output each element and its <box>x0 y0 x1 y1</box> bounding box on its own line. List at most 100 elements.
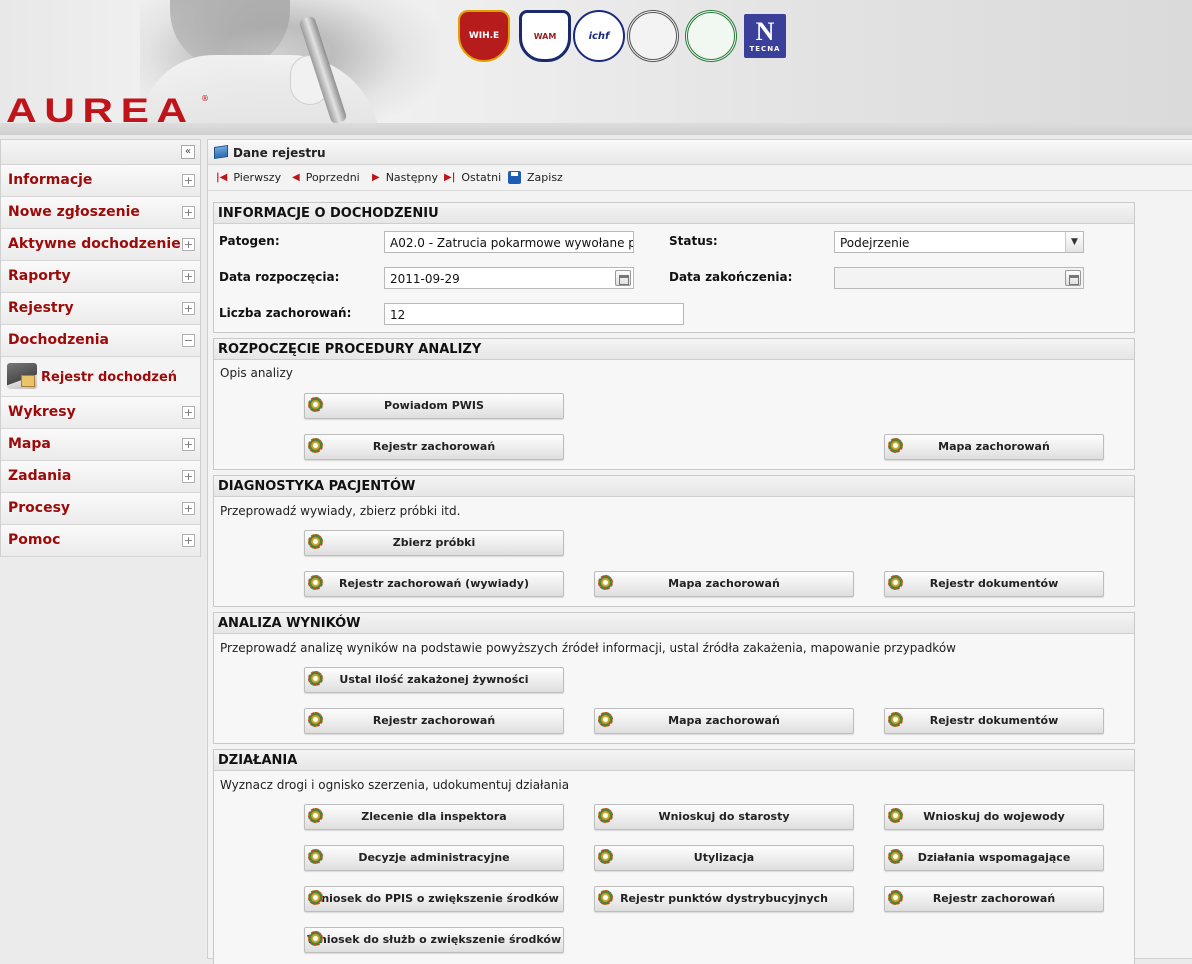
cases-map-button[interactable]: Mapa zachorowań <box>594 571 854 597</box>
sidebar-item-zadania[interactable]: Zadania + <box>1 461 200 493</box>
pathogen-field[interactable]: A02.0 - Zatrucia pokarmowe wywołane prze <box>384 231 634 253</box>
university-seal-logo <box>627 10 679 62</box>
analysis-start-section: ROZPOCZĘCIE PROCEDURY ANALIZY Opis anali… <box>213 338 1135 470</box>
status-select[interactable]: Podejrzenie ▼ <box>834 231 1084 253</box>
process-gear-icon <box>308 712 323 727</box>
main-panel: Dane rejestru |◀ Pierwszy ◀ Poprzedni ▶ … <box>207 139 1192 964</box>
cases-count-field[interactable]: 12 <box>384 303 684 325</box>
expand-icon[interactable]: + <box>182 470 195 483</box>
sidebar-item-label: Raporty <box>8 268 71 284</box>
folder-register-icon <box>7 363 37 389</box>
sidebar-header: « <box>1 140 200 165</box>
first-button[interactable]: |◀ Pierwszy <box>216 171 281 184</box>
section-title: ROZPOCZĘCIE PROCEDURY ANALIZY <box>214 339 1134 360</box>
previous-button[interactable]: ◀ Poprzedni <box>292 171 360 184</box>
window-icon <box>214 145 228 159</box>
sidebar-item-label: Pomoc <box>8 532 61 548</box>
save-button[interactable]: Zapisz <box>508 171 563 184</box>
sidebar-item-dochodzenia[interactable]: Dochodzenia − <box>1 325 200 357</box>
last-button[interactable]: ▶| Ostatni <box>444 171 501 184</box>
sidebar-item-rejestry[interactable]: Rejestry + <box>1 293 200 325</box>
services-funds-request-button[interactable]: Wniosek do służb o zwiększenie środków <box>304 927 564 953</box>
tecna-logo: N TECNA <box>744 14 786 58</box>
starost-request-button[interactable]: Wnioskuj do starosty <box>594 804 854 830</box>
process-gear-icon <box>308 890 323 905</box>
sidebar-item-raporty[interactable]: Raporty + <box>1 261 200 293</box>
process-gear-icon <box>308 671 323 686</box>
support-actions-button[interactable]: Działania wspomagające <box>884 845 1104 871</box>
ppis-funds-request-button[interactable]: Wniosek do PPIS o zwiększenie środków <box>304 886 564 912</box>
distribution-points-register-button[interactable]: Rejestr punktów dystrybucyjnych <box>594 886 854 912</box>
sidebar-item-procesy[interactable]: Procesy + <box>1 493 200 525</box>
collapse-icon[interactable]: « <box>181 145 195 159</box>
end-date-label: Data zakończenia: <box>669 270 793 284</box>
cases-register-button[interactable]: Rejestr zachorowań <box>304 708 564 734</box>
expand-icon[interactable]: + <box>182 206 195 219</box>
notify-pwis-button[interactable]: Powiadom PWIS <box>304 393 564 419</box>
expand-icon[interactable]: + <box>182 502 195 515</box>
interviews-register-button[interactable]: Rejestr zachorowań (wywiady) <box>304 571 564 597</box>
cases-register-button[interactable]: Rejestr zachorowań <box>304 434 564 460</box>
sidebar: « Informacje + Nowe zgłoszenie + Aktywne… <box>0 139 201 557</box>
sidebar-item-aktywne-dochodzenie[interactable]: Aktywne dochodzenie + <box>1 229 200 261</box>
calendar-icon[interactable] <box>615 270 631 286</box>
sidebar-item-label: Nowe zgłoszenie <box>8 204 140 220</box>
section-description: Przeprowadź analizę wyników na podstawie… <box>220 641 956 655</box>
cases-register-button[interactable]: Rejestr zachorowań <box>884 886 1104 912</box>
sidebar-item-informacje[interactable]: Informacje + <box>1 165 200 197</box>
inspector-order-button[interactable]: Zlecenie dla inspektora <box>304 804 564 830</box>
collapse-section-icon[interactable]: − <box>182 334 195 347</box>
expand-icon[interactable]: + <box>182 534 195 547</box>
sidebar-item-label: Rejestry <box>8 300 74 316</box>
expand-icon[interactable]: + <box>182 174 195 187</box>
actions-section: DZIAŁANIA Wyznacz drogi i ognisko szerze… <box>213 749 1135 964</box>
expand-icon[interactable]: + <box>182 302 195 315</box>
chevron-down-icon[interactable]: ▼ <box>1065 232 1083 252</box>
investigation-info-section: INFORMACJE O DOCHODZENIU Patogen: A02.0 … <box>213 202 1135 333</box>
end-date-field[interactable] <box>834 267 1084 289</box>
cases-map-button[interactable]: Mapa zachorowań <box>594 708 854 734</box>
utilization-button[interactable]: Utylizacja <box>594 845 854 871</box>
voivode-request-button[interactable]: Wnioskuj do wojewody <box>884 804 1104 830</box>
expand-icon[interactable]: + <box>182 238 195 251</box>
start-date-field[interactable]: 2011-09-29 <box>384 267 634 289</box>
cases-count-label: Liczba zachorowań: <box>219 306 352 320</box>
save-icon <box>508 171 521 184</box>
documents-register-button[interactable]: Rejestr dokumentów <box>884 708 1104 734</box>
first-record-icon: |◀ <box>216 172 228 183</box>
documents-register-button[interactable]: Rejestr dokumentów <box>884 571 1104 597</box>
section-title: DIAGNOSTYKA PACJENTÓW <box>214 476 1134 497</box>
infected-food-button[interactable]: Ustal ilość zakażonej żywności <box>304 667 564 693</box>
sidebar-item-label: Aktywne dochodzenie <box>8 236 181 252</box>
process-gear-icon <box>308 849 323 864</box>
process-gear-icon <box>308 397 323 412</box>
cases-map-button[interactable]: Mapa zachorowań <box>884 434 1104 460</box>
process-gear-icon <box>888 575 903 590</box>
expand-icon[interactable]: + <box>182 406 195 419</box>
process-gear-icon <box>308 931 323 946</box>
sidebar-item-wykresy[interactable]: Wykresy + <box>1 397 200 429</box>
process-gear-icon <box>308 534 323 549</box>
sidebar-item-pomoc[interactable]: Pomoc + <box>1 525 200 557</box>
next-button[interactable]: ▶ Następny <box>372 171 438 184</box>
sidebar-item-mapa[interactable]: Mapa + <box>1 429 200 461</box>
process-gear-icon <box>888 808 903 823</box>
process-gear-icon <box>888 712 903 727</box>
sidebar-subitem-rejestr-dochodzen[interactable]: Rejestr dochodzeń <box>1 357 200 397</box>
process-gear-icon <box>888 890 903 905</box>
expand-icon[interactable]: + <box>182 270 195 283</box>
expand-icon[interactable]: + <box>182 438 195 451</box>
sidebar-item-nowe-zgloszenie[interactable]: Nowe zgłoszenie + <box>1 197 200 229</box>
process-gear-icon <box>308 438 323 453</box>
collect-samples-button[interactable]: Zbierz próbki <box>304 530 564 556</box>
status-label: Status: <box>669 234 718 248</box>
sidebar-item-label: Informacje <box>8 172 93 188</box>
section-title: DZIAŁANIA <box>214 750 1134 771</box>
process-gear-icon <box>308 808 323 823</box>
previous-record-icon: ◀ <box>292 172 300 183</box>
sidebar-item-label: Wykresy <box>8 404 76 420</box>
sidebar-item-label: Zadania <box>8 468 72 484</box>
section-description: Przeprowadź wywiady, zbierz próbki itd. <box>220 504 461 518</box>
calendar-icon[interactable] <box>1065 270 1081 286</box>
administrative-decisions-button[interactable]: Decyzje administracyjne <box>304 845 564 871</box>
